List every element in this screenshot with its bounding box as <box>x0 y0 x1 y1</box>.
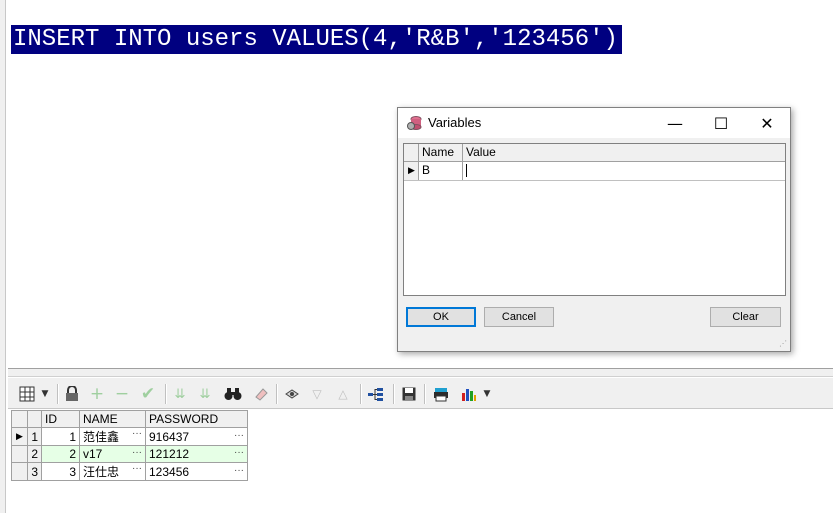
cell-id[interactable]: 1 <box>41 427 80 446</box>
column-header-id[interactable]: ID <box>41 410 80 428</box>
row-indicator <box>11 462 28 481</box>
column-header-label: PASSWORD <box>149 412 219 426</box>
variable-row[interactable]: ▶ B <box>404 162 785 181</box>
cell-ellipsis-button[interactable]: ··· <box>234 447 244 458</box>
column-header-label: NAME <box>83 412 118 426</box>
rownum-header <box>27 410 42 428</box>
ok-button[interactable]: OK <box>406 307 476 327</box>
clear-icon[interactable] <box>251 383 271 405</box>
cell-ellipsis-button[interactable]: ··· <box>132 428 142 439</box>
post-changes-icon[interactable]: ✔ <box>137 383 159 405</box>
variable-name: B <box>419 162 463 180</box>
toolbar-separator <box>360 384 362 404</box>
lock-icon[interactable] <box>62 383 82 405</box>
chart-icon[interactable] <box>458 383 480 405</box>
variables-grid-header: Name Value <box>404 144 785 162</box>
close-button[interactable]: ✕ <box>744 108 790 138</box>
column-header-name[interactable]: Name <box>419 144 463 161</box>
cell-value: 范佳鑫 <box>83 430 120 444</box>
variables-grid: Name Value ▶ B <box>403 143 786 296</box>
column-header-password[interactable]: PASSWORD <box>145 410 248 428</box>
toolbar-separator <box>57 384 59 404</box>
column-header-name[interactable]: NAME <box>79 410 146 428</box>
dropdown-arrow-icon[interactable]: ▼ <box>39 383 51 405</box>
cell-name[interactable]: v17 ··· <box>79 445 146 463</box>
clear-button[interactable]: Clear <box>710 307 781 327</box>
cell-name[interactable]: 汪仕忠 ··· <box>79 462 146 481</box>
fetch-next-icon[interactable]: ⇊ <box>170 383 190 405</box>
result-grid-area: ID NAME PASSWORD ▶ 1 1 范佳鑫 ··· 916437 ··· … <box>8 409 833 513</box>
row-indicator <box>11 445 28 463</box>
cell-ellipsis-button[interactable]: ··· <box>132 463 142 474</box>
insert-record-icon[interactable]: + <box>87 383 107 405</box>
minimize-button[interactable]: — <box>652 108 698 138</box>
dropdown-arrow-icon[interactable]: ▼ <box>481 383 493 405</box>
print-icon[interactable] <box>430 383 452 405</box>
next-icon[interactable]: △ <box>334 383 352 405</box>
toolbar-separator <box>424 384 426 404</box>
table-row[interactable]: 3 3 汪仕忠 ··· 123456 ··· <box>11 462 248 481</box>
current-row-indicator-icon: ▶ <box>404 162 419 180</box>
dialog-title: Variables <box>428 115 482 130</box>
cell-id[interactable]: 3 <box>41 462 80 481</box>
toolbar-separator <box>393 384 395 404</box>
cell-value: 121212 <box>149 447 190 461</box>
variables-dialog: Variables — ☐ ✕ Name Value ▶ B OK Cancel… <box>397 107 791 352</box>
cell-ellipsis-button[interactable]: ··· <box>234 430 244 441</box>
cell-name[interactable]: 范佳鑫 ··· <box>79 427 146 446</box>
left-margin <box>0 0 6 513</box>
cancel-button[interactable]: Cancel <box>484 307 554 327</box>
cell-password[interactable]: 123456 ··· <box>145 462 248 481</box>
current-row-indicator-icon: ▶ <box>11 427 28 446</box>
grid-view-icon[interactable] <box>16 383 38 405</box>
table-row[interactable]: ▶ 1 1 范佳鑫 ··· 916437 ··· <box>11 427 248 446</box>
result-toolbar: ▼ + − ✔ ⇊ ⇊ ▽ △ ▼ <box>8 378 833 409</box>
fetch-last-icon[interactable]: ⇊ <box>195 383 215 405</box>
cell-password[interactable]: 916437 ··· <box>145 427 248 446</box>
query-by-example-icon[interactable] <box>281 383 303 405</box>
delete-record-icon[interactable]: − <box>112 383 132 405</box>
save-icon[interactable] <box>398 383 420 405</box>
find-icon[interactable] <box>222 383 244 405</box>
indicator-header <box>404 144 419 161</box>
explain-plan-icon[interactable] <box>365 383 387 405</box>
cell-ellipsis-button[interactable]: ··· <box>132 447 142 458</box>
cell-value: 汪仕忠 <box>83 465 120 479</box>
toolbar-separator <box>165 384 167 404</box>
variable-value-input[interactable] <box>463 162 785 180</box>
cell-value: 916437 <box>149 429 190 444</box>
cell-id[interactable]: 2 <box>41 445 80 463</box>
previous-icon[interactable]: ▽ <box>308 383 326 405</box>
row-number: 1 <box>27 427 42 446</box>
grid-header-row: ID NAME PASSWORD <box>11 410 248 428</box>
splitter[interactable] <box>8 368 833 377</box>
cell-ellipsis-button[interactable]: ··· <box>234 465 244 476</box>
row-number: 3 <box>27 462 42 481</box>
result-grid: ID NAME PASSWORD ▶ 1 1 范佳鑫 ··· 916437 ··· … <box>11 410 248 481</box>
dialog-titlebar[interactable]: Variables — ☐ ✕ <box>398 108 790 138</box>
column-header-label: ID <box>45 412 57 426</box>
column-header-value[interactable]: Value <box>463 144 785 161</box>
cell-value: v17 <box>83 447 103 461</box>
text-caret <box>466 164 467 178</box>
indicator-header <box>11 410 28 428</box>
cell-value: 123456 <box>149 464 190 479</box>
toolbar-separator <box>276 384 278 404</box>
maximize-button[interactable]: ☐ <box>698 108 744 138</box>
cell-password[interactable]: 121212 ··· <box>145 445 248 463</box>
sql-statement-selected[interactable]: INSERT INTO users VALUES(4,'R&B','123456… <box>11 25 622 54</box>
variables-app-icon <box>407 115 423 131</box>
table-row[interactable]: 2 2 v17 ··· 121212 ··· <box>11 445 248 463</box>
resize-grip-icon[interactable]: ⋰ <box>779 339 787 348</box>
row-number: 2 <box>27 445 42 463</box>
